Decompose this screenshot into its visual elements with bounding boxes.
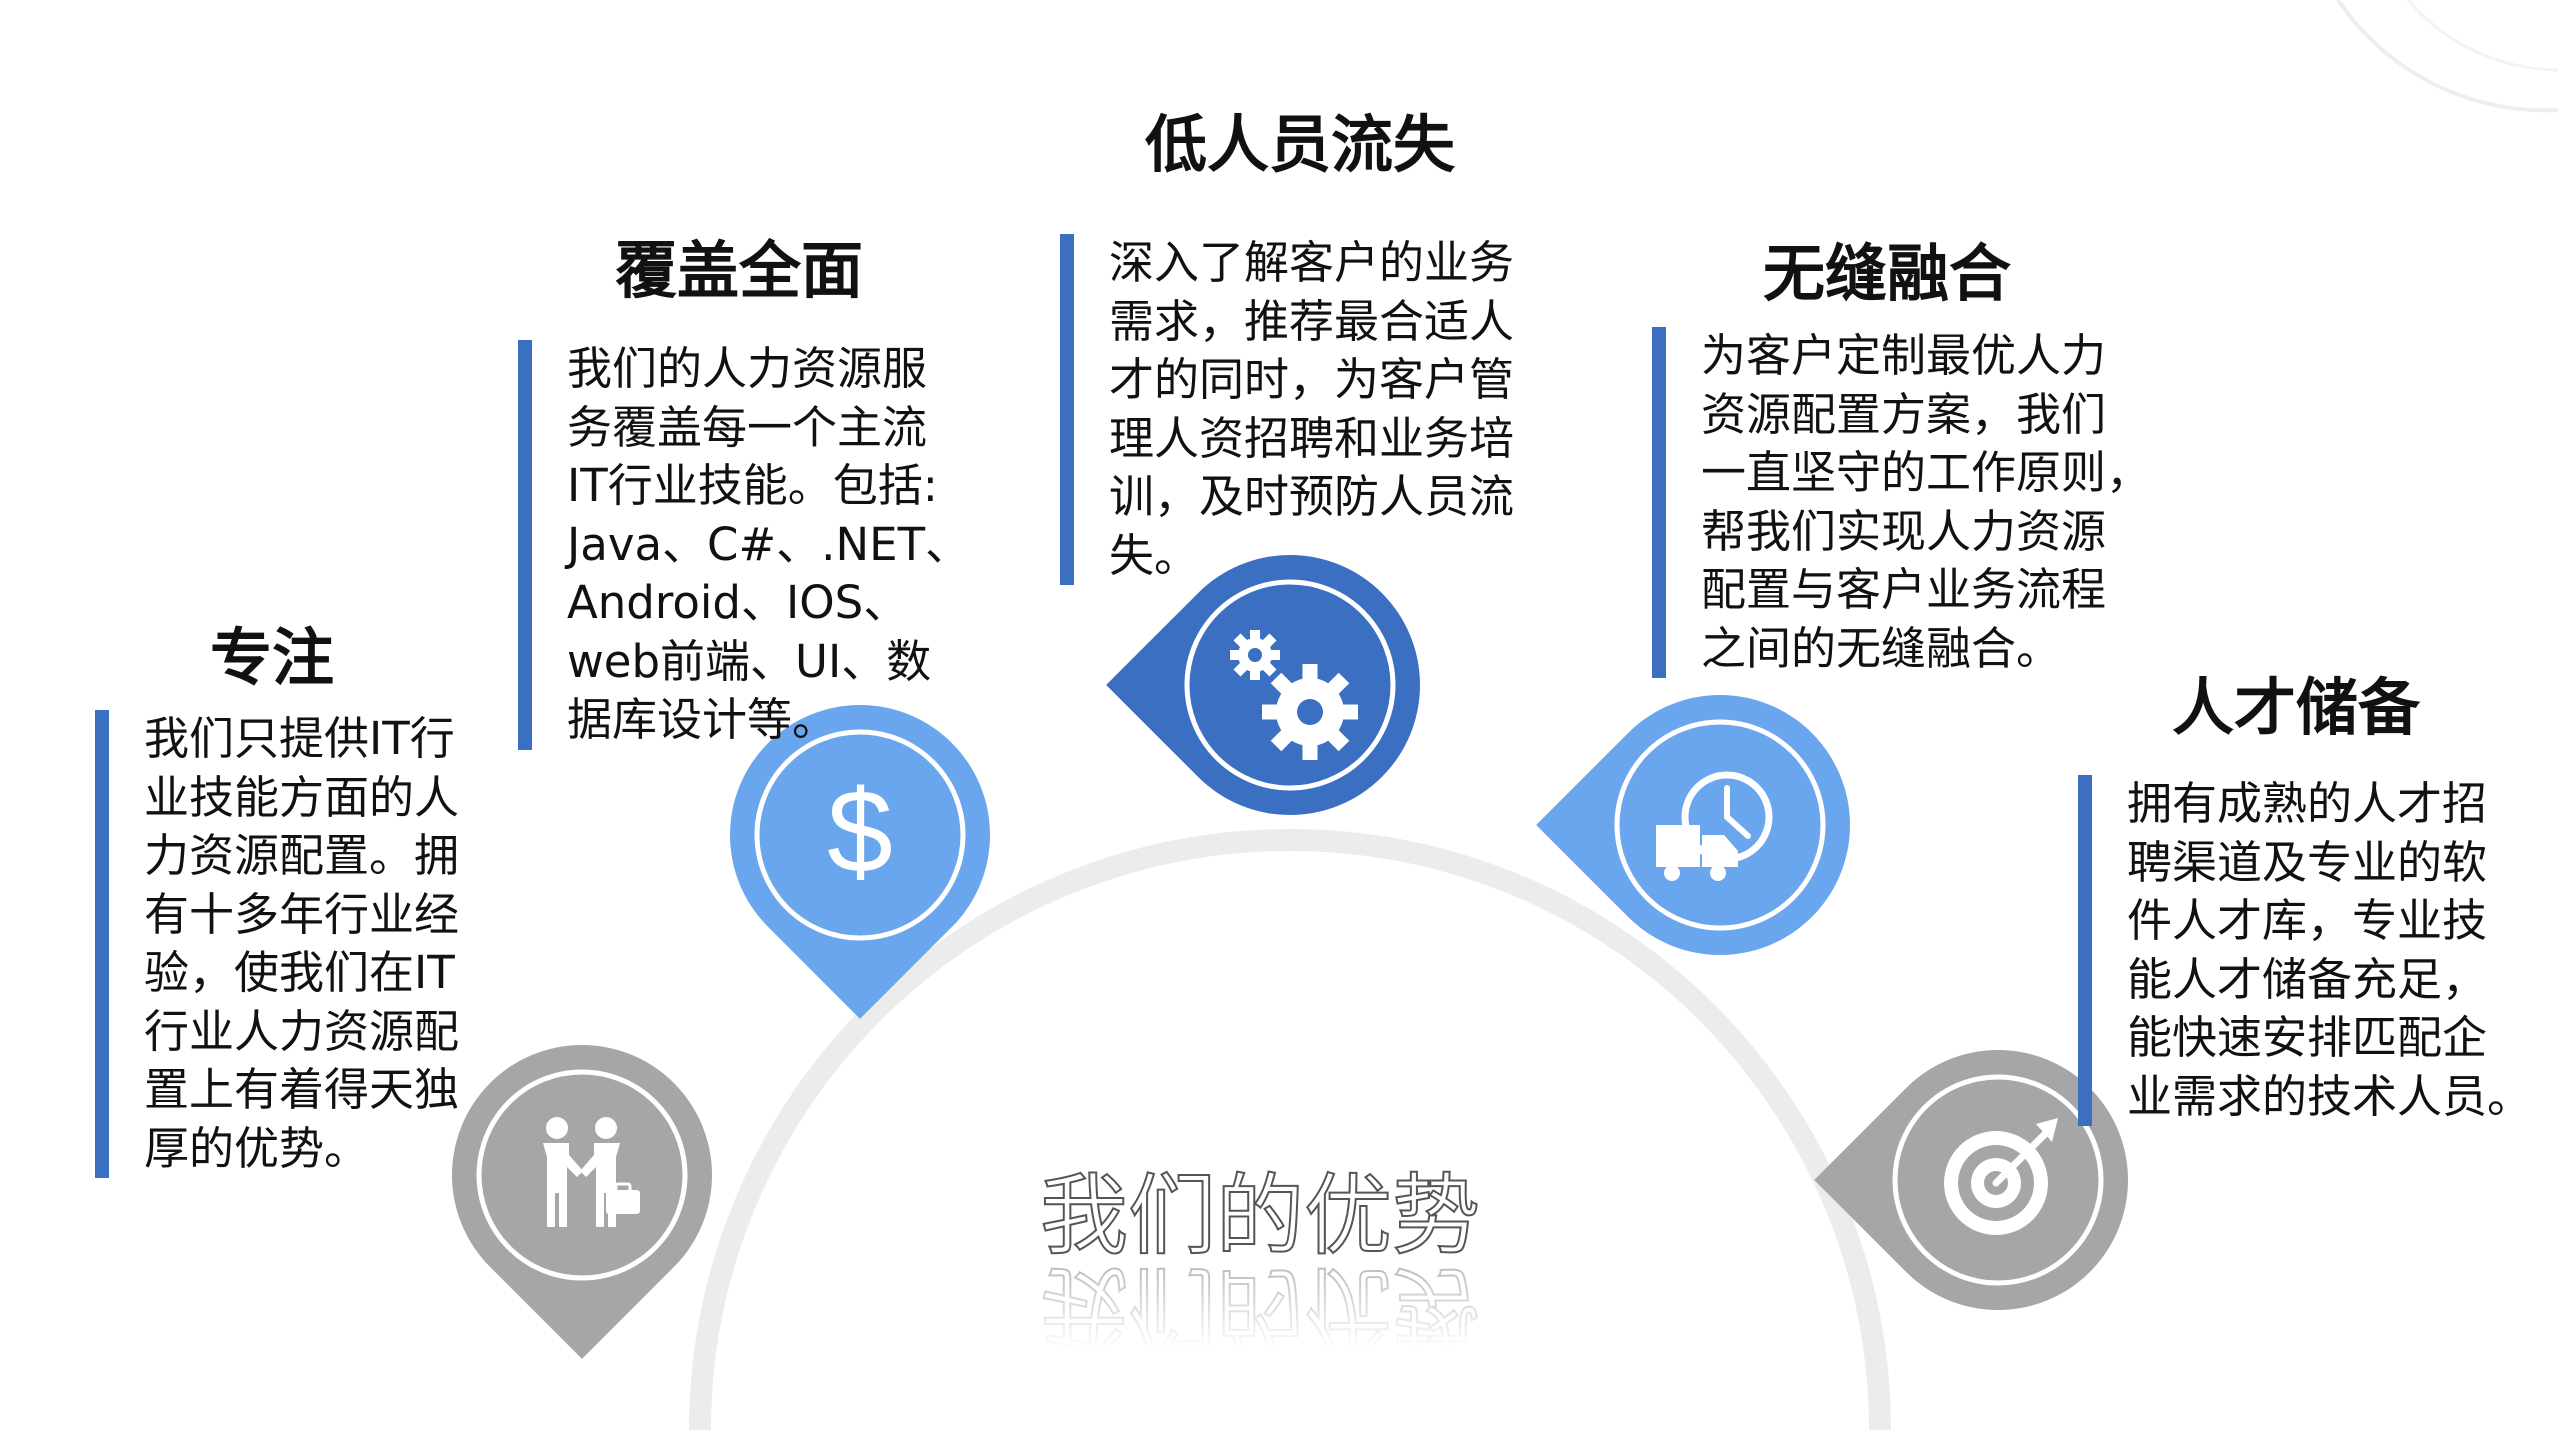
desc-line: 我们的人力资源服 bbox=[567, 342, 928, 395]
desc-line: 务覆盖每一个主流 bbox=[567, 400, 928, 454]
subtitle: 我们的优势 bbox=[1039, 1164, 1481, 1267]
desc-line: 深入了解客户的业务 bbox=[1109, 236, 1515, 289]
desc-line: Android、IOS、 bbox=[567, 576, 909, 629]
desc-line: 聘渠道及专业的软 bbox=[2127, 835, 2488, 889]
title-coverage: 覆盖全面 bbox=[615, 234, 864, 307]
desc-line: 之间的无缝融合。 bbox=[1701, 621, 2062, 675]
desc-line: 业需求的技术人员。 bbox=[2127, 1069, 2533, 1123]
desc-line: 理人资招聘和业务培 bbox=[1109, 411, 1515, 465]
desc-line: 训，及时预防人员流 bbox=[1109, 470, 1515, 523]
desc-line: 验，使我们在IT bbox=[144, 946, 455, 999]
desc-line: 帮我们实现人力资源 bbox=[1701, 504, 2107, 558]
desc-talent-reserve: 拥有成熟的人才招 聘渠道及专业的软 件人才库，专业技 能人才储备充足， 能快速安… bbox=[2078, 775, 2558, 1126]
desc-low-attrition: 深入了解客户的业务 需求，推荐最合适人 才的同时，为客户管 理人资招聘和业务培 … bbox=[1060, 234, 1599, 585]
desc-line: 为客户定制最优人力 bbox=[1701, 329, 2107, 382]
desc-seamless: 为客户定制最优人力 资源配置方案，我们 一直坚守的工作原则， 帮我们实现人力资源… bbox=[1652, 327, 2201, 678]
desc-line: 行业人力资源配 bbox=[144, 1004, 460, 1058]
desc-line: 件人才库，专业技 bbox=[2127, 894, 2488, 947]
desc-line: 能人才储备充足， bbox=[2127, 952, 2488, 1006]
subtitle-reflection: 我们的优势 bbox=[1039, 1254, 1481, 1359]
desc-line: 拥有成熟的人才招 bbox=[2127, 777, 2488, 830]
desc-line: web前端、UI、数 bbox=[567, 634, 932, 688]
title-seamless: 无缝融合 bbox=[1763, 237, 2012, 310]
desc-line: 能快速安排匹配企 bbox=[2127, 1011, 2488, 1064]
desc-line: 需求，推荐最合适人 bbox=[1109, 294, 1515, 348]
desc-line: 有十多年行业经 bbox=[144, 887, 460, 941]
desc-line: 置上有着得天独 bbox=[144, 1063, 460, 1116]
desc-line: 业技能方面的人 bbox=[144, 770, 460, 824]
desc-line: 力资源配置。拥 bbox=[144, 829, 460, 882]
desc-line: 配置与客户业务流程 bbox=[1701, 563, 2107, 616]
desc-line: Java、C#、.NET、 bbox=[567, 517, 971, 571]
title-low-attrition: 低人员流失 bbox=[1145, 108, 1456, 181]
desc-line: 失。 bbox=[1109, 528, 1200, 582]
desc-line: 一直坚守的工作原则， bbox=[1701, 446, 2152, 499]
desc-line: 厚的优势。 bbox=[144, 1121, 370, 1175]
desc-focus: 我们只提供IT行 业技能方面的人 力资源配置。拥 有十多年行业经 验，使我们在I… bbox=[95, 710, 584, 1178]
desc-line: 才的同时，为客户管 bbox=[1109, 353, 1515, 406]
desc-coverage: 我们的人力资源服 务覆盖每一个主流 IT行业技能。包括: Java、C#、.NE… bbox=[518, 340, 1047, 750]
desc-line: IT行业技能。包括: bbox=[567, 459, 938, 512]
desc-line: 资源配置方案，我们 bbox=[1701, 387, 2107, 441]
desc-line: 据库设计等。 bbox=[567, 693, 838, 746]
title-focus: 专注 bbox=[210, 621, 335, 694]
title-talent-reserve: 人才储备 bbox=[2172, 671, 2421, 744]
